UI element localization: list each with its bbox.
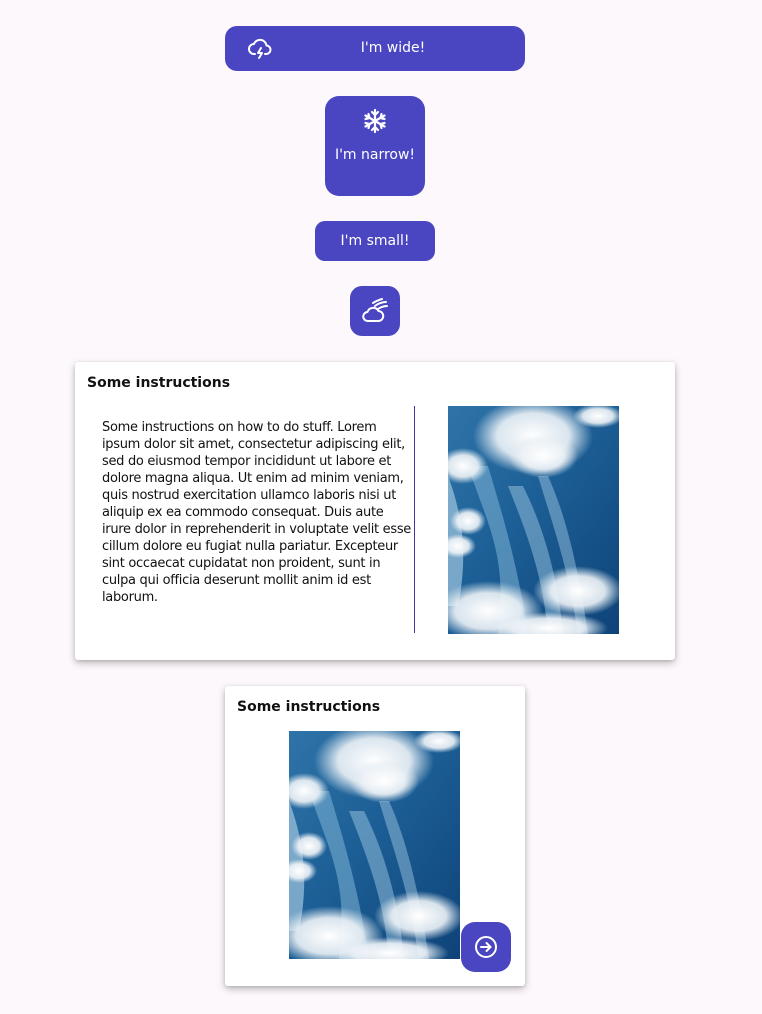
narrow-button[interactable]: I'm narrow! — [325, 96, 425, 196]
next-button[interactable] — [461, 922, 511, 972]
card-title: Some instructions — [237, 699, 381, 715]
instructions-card-narrow: Some instructions — [225, 686, 525, 986]
windy-cloud-icon — [361, 297, 389, 325]
snowflake-icon — [362, 108, 388, 134]
card-title: Some instructions — [87, 375, 231, 391]
sky-clouds-photo — [289, 731, 460, 959]
wide-button-label: I'm wide! — [360, 40, 426, 56]
small-button-label: I'm small! — [340, 233, 410, 249]
vertical-divider — [414, 406, 415, 633]
sky-clouds-photo — [448, 406, 619, 634]
icon-button[interactable] — [350, 286, 400, 336]
narrow-button-label: I'm narrow! — [334, 147, 416, 163]
small-button[interactable]: I'm small! — [315, 221, 435, 261]
instructions-text: Some instructions on how to do stuff. Lo… — [102, 420, 412, 605]
arrow-right-circle-icon — [474, 935, 498, 959]
instructions-card-wide: Some instructions Some instructions on h… — [75, 362, 675, 660]
wide-button[interactable]: I'm wide! — [225, 26, 525, 71]
